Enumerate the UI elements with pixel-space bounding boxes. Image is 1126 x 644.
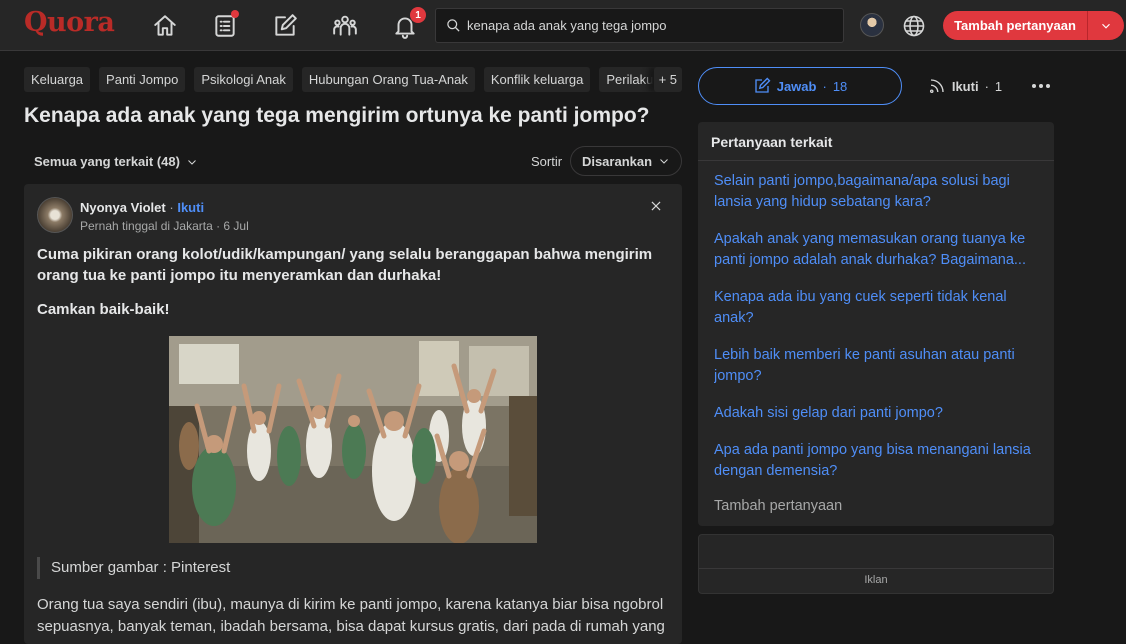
related-question-link[interactable]: Apakah anak yang memasukan orang tuanya … — [714, 229, 1038, 271]
topic-chip[interactable]: Perilaku — [599, 67, 661, 92]
topic-chip[interactable]: Keluarga — [24, 67, 91, 92]
answer-label: Jawab — [776, 78, 817, 94]
bell-icon[interactable]: 1 — [388, 7, 426, 43]
related-questions-list: Selain panti jompo,bagaimana/apa solusi … — [698, 161, 1054, 482]
more-options-icon[interactable] — [1024, 74, 1058, 98]
add-related-question-link[interactable]: Tambah pertanyaan — [714, 498, 842, 514]
related-question-link[interactable]: Selain panti jompo,bagaimana/apa solusi … — [714, 171, 1038, 213]
following-unread-dot — [231, 10, 239, 18]
question-title[interactable]: Kenapa ada anak yang tega mengirim ortun… — [24, 104, 649, 128]
follow-separator: · — [984, 78, 989, 94]
chevron-down-icon — [660, 159, 668, 164]
topic-chip[interactable]: Psikologi Anak — [194, 67, 293, 92]
ad-divider — [699, 568, 1053, 569]
answer-bold-paragraph: Cuma pikiran orang kolot/udik/kampungan/… — [37, 246, 653, 284]
notification-badge: 1 — [410, 7, 426, 23]
ad-label: Iklan — [864, 574, 888, 586]
answer-button[interactable]: Jawab · 18 — [698, 67, 902, 105]
topic-chip[interactable]: Panti Jompo — [99, 67, 186, 92]
author-avatar[interactable] — [37, 197, 73, 233]
ad-slot: Iklan — [698, 534, 1054, 594]
answer-icon[interactable] — [268, 9, 302, 43]
chevron-down-icon — [1102, 23, 1110, 29]
search-bar[interactable] — [435, 8, 844, 43]
answer-count: 18 — [832, 78, 848, 94]
answer-card: Nyonya Violet · Ikuti Pernah tinggal di … — [24, 184, 682, 644]
follow-author-link[interactable]: Ikuti — [177, 200, 204, 215]
separator-dot: · — [169, 200, 174, 215]
sort-label: Sortir — [531, 154, 563, 169]
more-topics-button[interactable]: + 5 — [653, 67, 682, 92]
globe-icon[interactable] — [900, 12, 928, 40]
home-icon[interactable] — [148, 9, 182, 43]
related-question-link[interactable]: Lebih baik memberi ke panti asuhan atau … — [714, 345, 1038, 387]
related-question-link[interactable]: Adakah sisi gelap dari panti jompo? — [714, 403, 1038, 424]
related-filter-dropdown[interactable]: Semua yang terkait (48) — [34, 154, 198, 169]
follow-label: Ikuti — [951, 78, 979, 94]
search-icon — [447, 19, 460, 32]
top-navigation-bar: Quora 1 Tambah pertanyaan — [0, 0, 1126, 51]
topic-chip[interactable]: Hubungan Orang Tua-Anak — [301, 67, 475, 92]
sort-value: Disarankan — [581, 153, 653, 169]
add-question-dropdown[interactable] — [1088, 19, 1124, 33]
add-question-label: Tambah pertanyaan — [954, 18, 1076, 33]
follow-question-button[interactable]: Ikuti · 1 — [920, 67, 1010, 105]
chevron-down-icon — [188, 159, 196, 165]
quora-logo[interactable]: Quora — [24, 7, 115, 38]
author-line: Nyonya Violet · Ikuti — [80, 200, 204, 215]
answer-bold-paragraph-2: Camkan baik-baik! — [37, 301, 170, 318]
sort-dropdown[interactable]: Disarankan — [570, 146, 682, 176]
follow-count: 1 — [994, 78, 1003, 94]
user-avatar[interactable] — [860, 13, 884, 37]
following-icon[interactable] — [208, 9, 242, 43]
topic-chips: Keluarga Panti Jompo Psikologi Anak Hubunga… — [24, 67, 682, 92]
add-question-button[interactable]: Tambah pertanyaan — [943, 11, 1124, 40]
answer-separator: · — [822, 78, 827, 94]
rss-icon — [929, 79, 944, 94]
filter-label: Semua yang terkait (48) — [34, 154, 180, 169]
pencil-square-icon — [755, 77, 771, 93]
related-questions-panel: Pertanyaan terkait Selain panti jompo,ba… — [698, 122, 1054, 526]
related-questions-title: Pertanyaan terkait — [698, 122, 1054, 161]
image-source-quote: Sumber gambar : Pinterest — [37, 557, 230, 579]
author-name[interactable]: Nyonya Violet — [80, 200, 166, 215]
topic-chip[interactable]: Konflik keluarga — [483, 67, 591, 92]
answer-photo[interactable] — [169, 336, 537, 543]
elderly-exercise-photo — [169, 336, 537, 543]
related-question-link[interactable]: Kenapa ada ibu yang cuek seperti tidak k… — [714, 287, 1038, 329]
spaces-icon[interactable] — [328, 9, 362, 43]
author-credential: Pernah tinggal di Jakarta · 6 Jul — [80, 219, 249, 233]
answer-paragraph: Orang tua saya sendiri (ibu), maunya di … — [37, 596, 665, 635]
close-icon[interactable] — [649, 199, 665, 215]
related-question-link[interactable]: Apa ada panti jompo yang bisa menangani … — [714, 440, 1038, 482]
search-input[interactable] — [467, 18, 837, 33]
